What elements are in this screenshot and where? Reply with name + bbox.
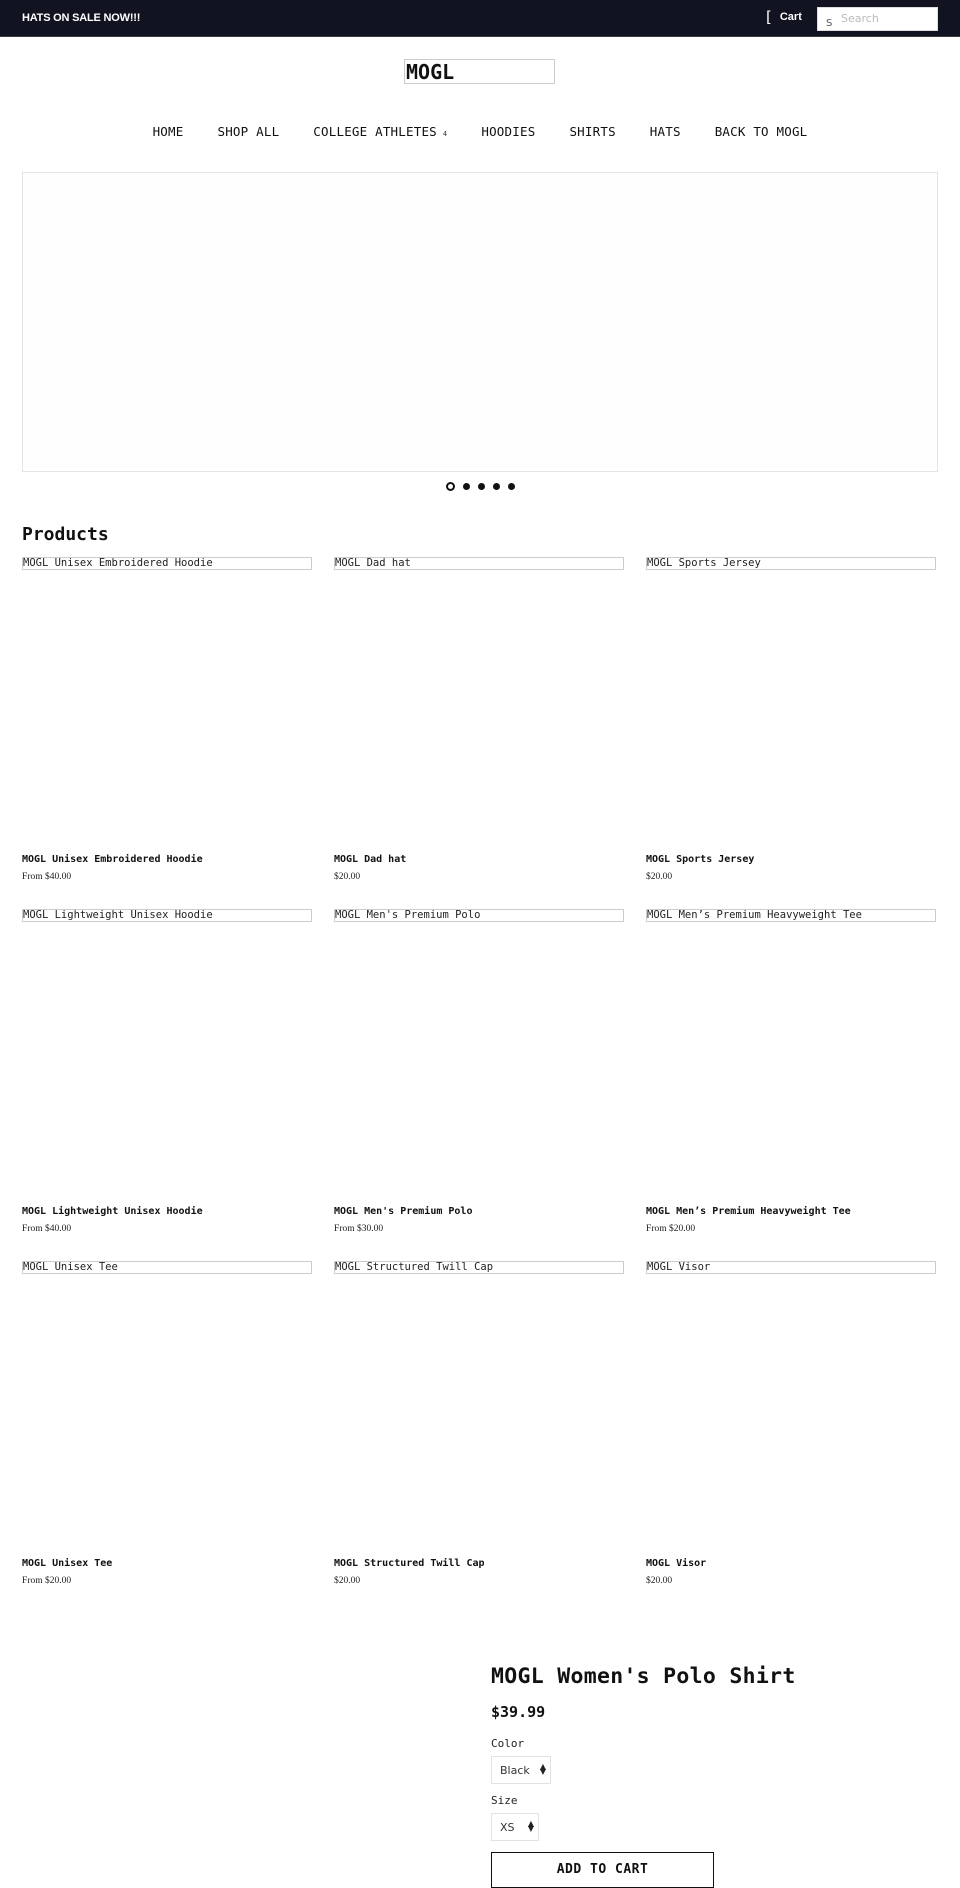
product-image[interactable]: MOGL Dad hat	[334, 557, 624, 570]
product-price: From $30.00	[334, 1224, 384, 1234]
product-image[interactable]: MOGL Men’s Premium Heavyweight Tee	[646, 909, 936, 922]
product-price: $20.00	[646, 872, 673, 882]
search-icon[interactable]: S	[826, 18, 832, 29]
slideshow-dot[interactable]	[446, 482, 455, 491]
product-price: $20.00	[334, 872, 361, 882]
add-to-cart-button[interactable]: ADD TO CART	[491, 1852, 714, 1888]
product-price: From $40.00	[22, 872, 72, 882]
product-name[interactable]: MOGL Lightweight Unisex Hoodie	[22, 1206, 203, 1217]
product-price: $20.00	[334, 1576, 361, 1586]
nav-label: BACK TO MOGL	[714, 124, 808, 139]
nav-item-college-athletes[interactable]: COLLEGE ATHLETES 4	[313, 124, 447, 139]
nav-item-back-to-mogl[interactable]: BACK TO MOGL	[715, 124, 808, 139]
product-name[interactable]: MOGL Sports Jersey	[646, 854, 754, 865]
size-select-value: XS	[500, 1820, 515, 1834]
product-price: From $20.00	[646, 1224, 696, 1234]
cart-icon: [	[766, 8, 772, 26]
nav-label: COLLEGE ATHLETES	[313, 124, 437, 139]
cart-label: Cart	[779, 11, 802, 23]
search-input[interactable]	[841, 10, 935, 26]
chevron-down-icon: 4	[442, 129, 448, 138]
product-name[interactable]: MOGL Men's Premium Polo	[334, 1206, 472, 1217]
nav-label: SHOP ALL	[217, 124, 280, 139]
nav-item-shirts[interactable]: SHIRTS	[569, 124, 615, 139]
product-image[interactable]: MOGL Structured Twill Cap	[334, 1261, 624, 1274]
color-label: Color	[491, 1737, 525, 1750]
main-nav: HOME SHOP ALL COLLEGE ATHLETES 4 HOODIES…	[0, 124, 960, 139]
product-name[interactable]: MOGL Unisex Tee	[22, 1558, 112, 1569]
product-price: From $20.00	[22, 1576, 72, 1586]
search-box[interactable]: S	[817, 7, 938, 31]
slideshow-dot[interactable]	[508, 483, 515, 490]
product-image[interactable]: MOGL Unisex Tee	[22, 1261, 312, 1274]
nav-item-hats[interactable]: HATS	[650, 124, 681, 139]
hero-slideshow[interactable]	[22, 172, 938, 472]
product-image[interactable]: MOGL Men's Premium Polo	[334, 909, 624, 922]
select-arrows-icon: ▲ ▼	[527, 1819, 534, 1833]
nav-label: SHIRTS	[569, 124, 616, 139]
product-name[interactable]: MOGL Men’s Premium Heavyweight Tee	[646, 1206, 851, 1217]
product-name[interactable]: MOGL Structured Twill Cap	[334, 1558, 485, 1569]
cart-link[interactable]: [ Cart	[766, 8, 802, 26]
logo-text: MOGL	[406, 60, 455, 84]
site-logo[interactable]: MOGL	[404, 59, 555, 84]
nav-item-shop-all[interactable]: SHOP ALL	[217, 124, 279, 139]
slideshow-dot[interactable]	[493, 483, 500, 490]
products-heading: Products	[22, 524, 109, 545]
product-image[interactable]: MOGL Lightweight Unisex Hoodie	[22, 909, 312, 922]
nav-label: HOODIES	[481, 124, 536, 139]
slideshow-dot[interactable]	[463, 483, 470, 490]
product-price: $20.00	[646, 1576, 673, 1586]
nav-label: HOME	[152, 124, 184, 139]
size-select[interactable]: XS ▲ ▼	[491, 1813, 539, 1841]
select-arrows-icon: ▲ ▼	[539, 1762, 546, 1776]
product-name[interactable]: MOGL Unisex Embroidered Hoodie	[22, 854, 203, 865]
announcement-text: HATS ON SALE NOW!!!	[22, 12, 141, 24]
product-image[interactable]: MOGL Visor	[646, 1261, 936, 1274]
color-select[interactable]: Black ▲ ▼	[491, 1756, 551, 1784]
product-image[interactable]: MOGL Unisex Embroidered Hoodie	[22, 557, 312, 570]
product-name[interactable]: MOGL Visor	[646, 1558, 706, 1569]
nav-item-home[interactable]: HOME	[153, 124, 184, 139]
size-label: Size	[491, 1794, 518, 1807]
slideshow-pagination	[0, 482, 960, 491]
announcement-bar: HATS ON SALE NOW!!! [ Cart S	[0, 0, 960, 37]
nav-label: HATS	[649, 124, 681, 139]
featured-product-title: MOGL Women's Polo Shirt	[491, 1664, 796, 1689]
nav-item-hoodies[interactable]: HOODIES	[481, 124, 535, 139]
product-price: From $40.00	[22, 1224, 72, 1234]
color-select-value: Black	[500, 1763, 530, 1777]
slideshow-dot[interactable]	[478, 483, 485, 490]
featured-product-price: $39.99	[491, 1703, 546, 1721]
product-image[interactable]: MOGL Sports Jersey	[646, 557, 936, 570]
product-name[interactable]: MOGL Dad hat	[334, 854, 406, 865]
